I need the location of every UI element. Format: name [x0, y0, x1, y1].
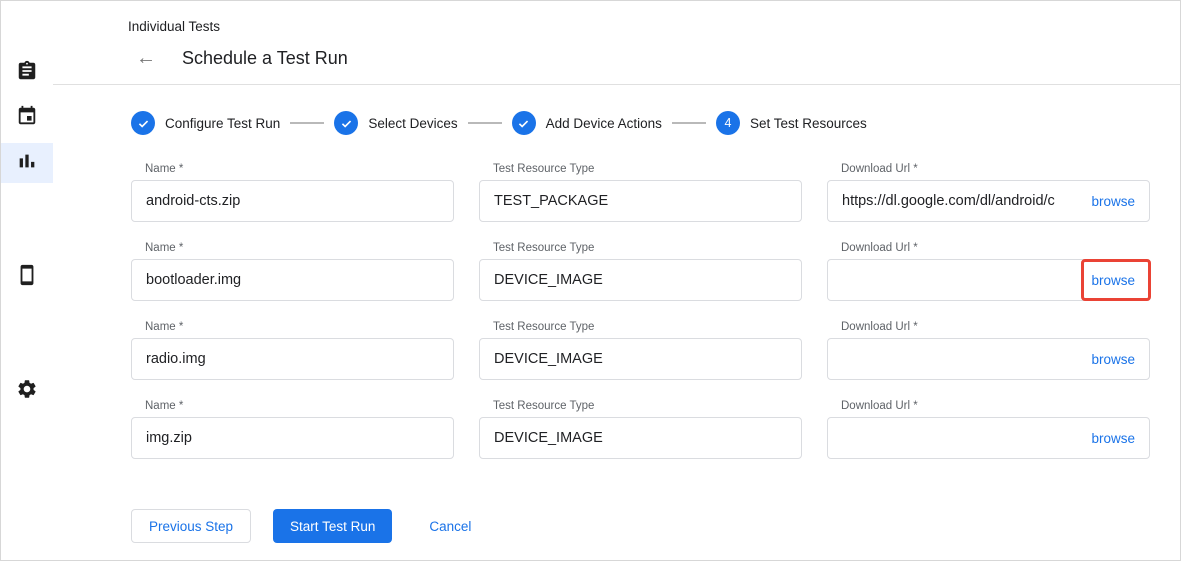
step-label: Add Device Actions [546, 116, 662, 131]
step-check-icon [512, 111, 536, 135]
resource-type-field: Test Resource Type DEVICE_IMAGE [479, 321, 802, 380]
resource-type-input[interactable]: DEVICE_IMAGE [479, 338, 802, 380]
main-area: Individual Tests ← Schedule a Test Run C… [53, 1, 1180, 560]
sidebar-item-plans[interactable] [1, 98, 53, 138]
step-label: Set Test Resources [750, 116, 867, 131]
phone-icon [16, 264, 38, 291]
start-test-run-button[interactable]: Start Test Run [273, 509, 392, 543]
step-select-devices[interactable]: Select Devices [334, 111, 457, 135]
step-configure-test-run[interactable]: Configure Test Run [131, 111, 280, 135]
field-label: Test Resource Type [479, 321, 802, 333]
field-label: Download Url * [827, 321, 1150, 333]
browse-button[interactable]: browse [1091, 431, 1135, 446]
sidebar-item-devices[interactable] [1, 257, 53, 297]
step-check-icon [131, 111, 155, 135]
breadcrumb: Individual Tests [128, 19, 1180, 34]
resource-type-field: Test Resource Type DEVICE_IMAGE [479, 242, 802, 301]
step-connector [672, 122, 706, 124]
download-url-field: Download Url * browse [827, 242, 1150, 301]
field-value: DEVICE_IMAGE [494, 272, 787, 288]
sidebar [1, 1, 53, 560]
field-label: Test Resource Type [479, 242, 802, 254]
previous-step-button[interactable]: Previous Step [131, 509, 251, 543]
step-number: 4 [716, 111, 740, 135]
sidebar-item-settings[interactable] [1, 371, 53, 411]
resource-type-field: Test Resource Type DEVICE_IMAGE [479, 400, 802, 459]
field-label: Test Resource Type [479, 400, 802, 412]
sidebar-item-tests[interactable] [1, 53, 53, 93]
field-label: Download Url * [827, 400, 1150, 412]
step-connector [290, 122, 324, 124]
field-label: Download Url * [827, 242, 1150, 254]
assignment-icon [16, 60, 38, 87]
field-value: android-cts.zip [146, 193, 439, 209]
test-resources-form: Name * android-cts.zip Test Resource Typ… [131, 163, 1150, 459]
page-title: Schedule a Test Run [182, 48, 348, 69]
name-input[interactable]: radio.img [131, 338, 454, 380]
download-url-input[interactable]: browse [827, 259, 1150, 301]
name-input[interactable]: bootloader.img [131, 259, 454, 301]
name-field: Name * android-cts.zip [131, 163, 454, 222]
page-header: Individual Tests ← Schedule a Test Run [53, 1, 1180, 84]
download-url-input[interactable]: browse [827, 338, 1150, 380]
stepper: Configure Test Run Select Devices Add De… [131, 111, 1150, 135]
download-url-input[interactable]: https://dl.google.com/dl/android/c brows… [827, 180, 1150, 222]
download-url-field: Download Url * browse [827, 400, 1150, 459]
field-value: bootloader.img [146, 272, 439, 288]
back-arrow-icon: ← [136, 47, 156, 70]
name-field: Name * img.zip [131, 400, 454, 459]
resource-type-field: Test Resource Type TEST_PACKAGE [479, 163, 802, 222]
back-button[interactable]: ← [134, 46, 158, 70]
download-url-input[interactable]: browse [827, 417, 1150, 459]
download-url-field: Download Url * https://dl.google.com/dl/… [827, 163, 1150, 222]
step-connector [468, 122, 502, 124]
name-field: Name * radio.img [131, 321, 454, 380]
field-label: Name * [131, 163, 454, 175]
step-check-icon [334, 111, 358, 135]
field-value: img.zip [146, 430, 439, 446]
field-value: DEVICE_IMAGE [494, 430, 787, 446]
step-label: Select Devices [368, 116, 457, 131]
app-window: Individual Tests ← Schedule a Test Run C… [0, 0, 1181, 561]
resource-type-input[interactable]: TEST_PACKAGE [479, 180, 802, 222]
field-label: Name * [131, 400, 454, 412]
browse-button[interactable]: browse [1091, 194, 1135, 209]
footer-actions: Previous Step Start Test Run Cancel [131, 509, 1150, 543]
field-value: DEVICE_IMAGE [494, 351, 787, 367]
gear-icon [16, 378, 38, 405]
field-value: TEST_PACKAGE [494, 193, 787, 209]
browse-button[interactable]: browse [1091, 273, 1135, 288]
browse-button[interactable]: browse [1091, 352, 1135, 367]
name-field: Name * bootloader.img [131, 242, 454, 301]
download-url-field: Download Url * browse [827, 321, 1150, 380]
resource-type-input[interactable]: DEVICE_IMAGE [479, 259, 802, 301]
name-input[interactable]: android-cts.zip [131, 180, 454, 222]
sidebar-item-test-runs[interactable] [1, 143, 53, 183]
field-label: Name * [131, 321, 454, 333]
step-label: Configure Test Run [165, 116, 280, 131]
resource-type-input[interactable]: DEVICE_IMAGE [479, 417, 802, 459]
field-value: radio.img [146, 351, 439, 367]
field-value: https://dl.google.com/dl/android/c [842, 193, 1081, 209]
field-label: Name * [131, 242, 454, 254]
field-label: Download Url * [827, 163, 1150, 175]
name-input[interactable]: img.zip [131, 417, 454, 459]
step-add-device-actions[interactable]: Add Device Actions [512, 111, 662, 135]
bar-chart-icon [16, 150, 38, 177]
cancel-button[interactable]: Cancel [425, 509, 475, 543]
step-set-test-resources[interactable]: 4 Set Test Resources [716, 111, 867, 135]
field-label: Test Resource Type [479, 163, 802, 175]
calendar-icon [16, 105, 38, 132]
